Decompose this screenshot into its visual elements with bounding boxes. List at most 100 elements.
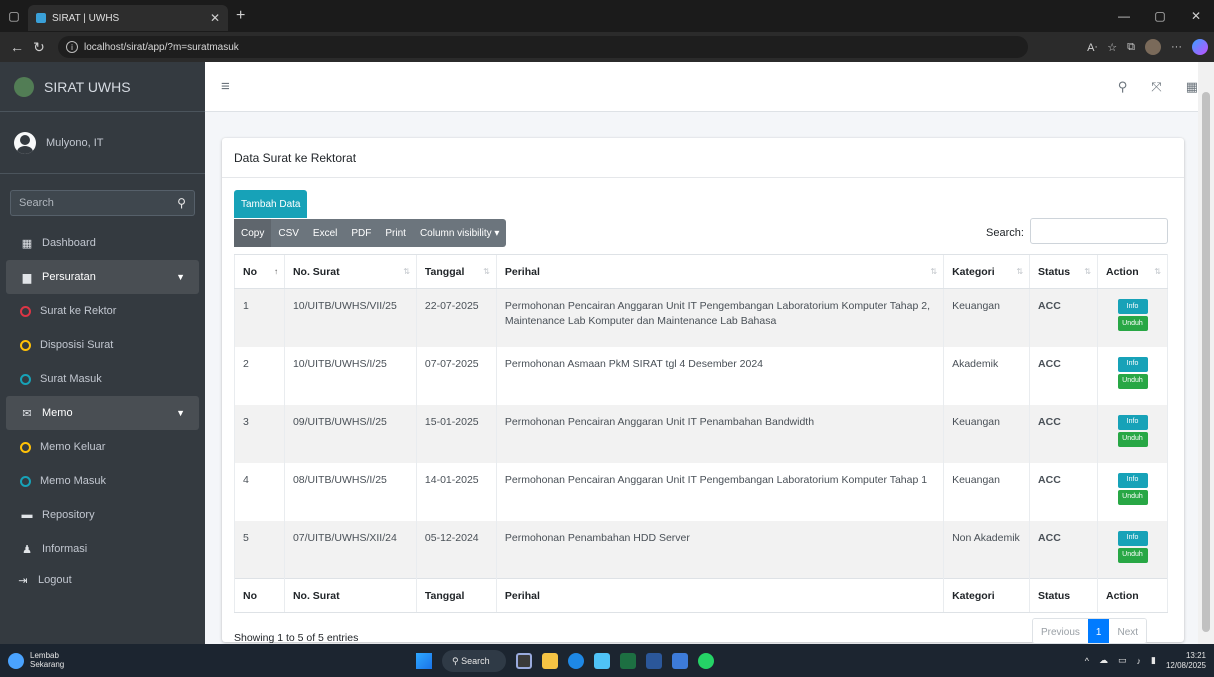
taskbar-search[interactable]: ⚲ Search: [442, 650, 506, 672]
profile-avatar[interactable]: [1145, 39, 1161, 55]
sidebar-item-surat-masuk[interactable]: Surat Masuk: [6, 362, 199, 396]
cell-kategori: Akademik: [943, 346, 1030, 405]
table-header-row: No ↑ No. Surat ⇅ Tanggal ⇅ Perihal ⇅ Katego…: [234, 254, 1168, 289]
read-aloud-icon[interactable]: Aᐧ: [1087, 41, 1097, 54]
download-button[interactable]: Unduh: [1117, 316, 1148, 331]
column-header-perihal[interactable]: Perihal ⇅: [495, 254, 944, 289]
task-view-icon[interactable]: [516, 653, 532, 669]
fullscreen-icon[interactable]: ⤧: [1151, 79, 1161, 95]
chevron-up-icon[interactable]: ^: [1085, 656, 1089, 666]
close-tab-icon[interactable]: ✕: [210, 11, 220, 25]
copilot-icon[interactable]: [1192, 39, 1208, 55]
collections-icon[interactable]: ⧉: [1127, 41, 1135, 54]
cell-perihal: Permohonan Pencairan Anggaran Unit IT Pe…: [495, 288, 944, 347]
brand-text: SIRAT UWHS: [44, 78, 131, 95]
next-page-button[interactable]: Next: [1109, 619, 1147, 643]
footer-no-surat: No. Surat: [283, 578, 417, 613]
search-icon[interactable]: ⚲: [1118, 79, 1128, 95]
whatsapp-icon[interactable]: [698, 653, 714, 669]
info-button[interactable]: Info: [1117, 299, 1148, 314]
info-button[interactable]: Info: [1117, 356, 1148, 372]
column-header-no-surat[interactable]: No. Surat ⇅: [283, 254, 417, 289]
sidebar-item-memo-keluar[interactable]: Memo Keluar: [6, 430, 199, 464]
browser-tab[interactable]: SIRAT | UWHS ✕: [28, 5, 228, 31]
word-icon[interactable]: [646, 653, 662, 669]
navbar-right: ⚲ ⤧ ▦: [1118, 79, 1198, 95]
excel-button[interactable]: Excel: [306, 219, 344, 247]
cloud-icon[interactable]: ☁: [1099, 655, 1108, 666]
page-scrollbar[interactable]: [1198, 62, 1214, 644]
favorite-icon[interactable]: ☆: [1107, 41, 1117, 54]
column-header-tanggal[interactable]: Tanggal ⇅: [415, 254, 497, 289]
sidebar: SIRAT UWHS Mulyono, IT ⚲ ▦ Dashboard ▆ P…: [0, 62, 205, 644]
info-button[interactable]: Info: [1117, 530, 1148, 546]
sidebar-item-memo-masuk[interactable]: Memo Masuk: [6, 464, 199, 498]
sidebar-item-label: Disposisi Surat: [40, 339, 114, 351]
column-header-status[interactable]: Status ⇅: [1029, 254, 1098, 289]
clock[interactable]: 13:21 12/08/2025: [1166, 651, 1206, 670]
sidebar-item-label: Memo Keluar: [40, 441, 106, 453]
maximize-icon[interactable]: ▢: [1142, 0, 1178, 32]
page-1-button[interactable]: 1: [1087, 619, 1110, 643]
windows-start-icon[interactable]: [416, 653, 432, 669]
column-visibility-button[interactable]: Column visibility ▾: [413, 219, 506, 247]
tab-actions-icon[interactable]: ▢: [0, 0, 28, 32]
previous-page-button[interactable]: Previous: [1033, 619, 1088, 643]
file-explorer-icon[interactable]: [542, 653, 558, 669]
column-header-kategori[interactable]: Kategori ⇅: [943, 254, 1030, 289]
sidebar-item-repository[interactable]: ▬ Repository: [6, 498, 199, 532]
download-button[interactable]: Unduh: [1117, 489, 1148, 505]
add-data-button[interactable]: Tambah Data: [234, 190, 308, 218]
status-badge: ACC: [1029, 346, 1098, 405]
store-icon[interactable]: [594, 653, 610, 669]
sidebar-item-informasi[interactable]: ♟ Informasi: [6, 532, 199, 566]
monitor-icon[interactable]: ▭: [1118, 655, 1127, 666]
pdf-button[interactable]: PDF: [344, 219, 378, 247]
column-header-action[interactable]: Action ⇅: [1097, 254, 1168, 289]
url-text: localhost/sirat/app/?m=suratmasuk: [84, 41, 239, 53]
new-tab-icon[interactable]: +: [236, 7, 245, 25]
column-header-no[interactable]: No ↑: [234, 254, 285, 289]
chevron-down-icon: ▼: [176, 272, 185, 282]
sidebar-search-input[interactable]: [10, 190, 169, 216]
sidebar-item-dashboard[interactable]: ▦ Dashboard: [6, 226, 199, 260]
edge-icon[interactable]: [568, 653, 584, 669]
csv-button[interactable]: CSV: [271, 219, 306, 247]
weather-widget[interactable]: Lembab Sekarang: [0, 651, 220, 670]
info-button[interactable]: Info: [1117, 414, 1148, 430]
volume-icon[interactable]: ♪: [1137, 656, 1142, 666]
copy-button[interactable]: Copy: [234, 219, 272, 247]
app-l-icon[interactable]: [672, 653, 688, 669]
search-icon[interactable]: ⚲: [169, 190, 195, 216]
close-window-icon[interactable]: ✕: [1178, 0, 1214, 32]
user-panel[interactable]: Mulyono, IT: [0, 112, 205, 174]
sidebar-item-persuratan[interactable]: ▆ Persuratan ▼: [6, 260, 199, 294]
hamburger-menu-icon[interactable]: ≡: [221, 78, 230, 95]
minimize-icon[interactable]: —: [1106, 0, 1142, 32]
download-button[interactable]: Unduh: [1117, 431, 1148, 447]
sidebar-item-label: Repository: [42, 509, 95, 521]
sidebar-item-disposisi-surat[interactable]: Disposisi Surat: [6, 328, 199, 362]
cell-no-surat: 07/UITB/UWHS/XII/24: [283, 520, 417, 579]
file-icon: ▆: [22, 271, 32, 284]
cell-kategori: Keuangan: [943, 288, 1030, 347]
more-icon[interactable]: ···: [1171, 41, 1182, 53]
download-button[interactable]: Unduh: [1117, 547, 1148, 563]
apps-grid-icon[interactable]: ▦: [1186, 79, 1198, 95]
brand-link[interactable]: SIRAT UWHS: [0, 62, 205, 112]
battery-icon[interactable]: ▮: [1151, 655, 1156, 666]
site-info-icon[interactable]: i: [66, 41, 78, 53]
archive-icon: ▬: [21, 509, 33, 521]
back-icon[interactable]: ←: [6, 39, 28, 55]
sidebar-item-memo[interactable]: ✉ Memo ▼: [6, 396, 199, 430]
url-field[interactable]: i localhost/sirat/app/?m=suratmasuk: [58, 36, 1028, 58]
info-button[interactable]: Info: [1117, 472, 1148, 488]
print-button[interactable]: Print: [378, 219, 413, 247]
table-search-input[interactable]: [1030, 218, 1168, 244]
sidebar-item-logout[interactable]: ⇥ Logout: [6, 566, 199, 594]
sidebar-item-surat-ke-rektor[interactable]: Surat ke Rektor: [6, 294, 199, 328]
scrollbar-thumb[interactable]: [1202, 92, 1210, 632]
excel-icon[interactable]: [620, 653, 636, 669]
refresh-icon[interactable]: ↻: [28, 39, 50, 56]
download-button[interactable]: Unduh: [1117, 373, 1148, 389]
